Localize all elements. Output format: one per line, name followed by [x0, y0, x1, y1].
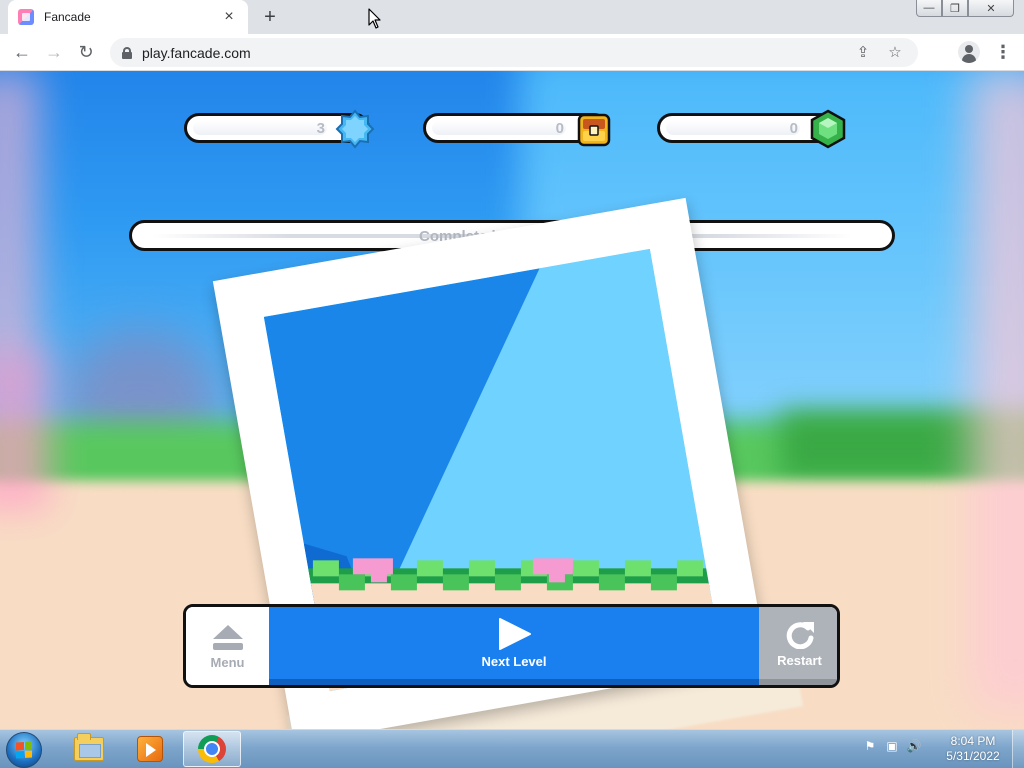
next-level-button[interactable]: Next Level: [269, 607, 759, 685]
browser-toolbar: ← → ↻ play.fancade.com ⇪ ☆ ⋮: [0, 34, 1024, 71]
game-viewport[interactable]: 3 0 0 Menu Next Level Restart: [0, 71, 1024, 729]
menu-label: Menu: [210, 654, 245, 670]
eject-icon: [212, 624, 243, 650]
share-icon[interactable]: ⇪: [852, 42, 874, 64]
action-center-flag-icon[interactable]: ⚑: [862, 738, 878, 754]
gems-counter-track: [666, 121, 800, 135]
window-controls: — ❐ ✕: [916, 0, 1014, 17]
tab-fancade[interactable]: Fancade ×: [8, 0, 248, 34]
gems-count: 0: [789, 119, 798, 137]
minimize-button[interactable]: —: [916, 0, 942, 17]
media-player-icon: [137, 736, 163, 762]
stars-counter: 3: [184, 109, 375, 149]
taskbar: ⚑ ▣ 🔊 8:04 PM 5/31/2022: [0, 729, 1024, 768]
background-pink-left: [0, 351, 50, 511]
star-icon[interactable]: ☆: [884, 42, 906, 64]
taskbar-media-player[interactable]: [121, 731, 179, 767]
mouse-cursor-icon: [368, 8, 381, 29]
restart-icon: [786, 621, 814, 649]
next-level-label: Next Level: [481, 653, 547, 669]
address-bar[interactable]: play.fancade.com ⇪ ☆: [110, 38, 918, 67]
window-close-button[interactable]: ✕: [968, 0, 1014, 17]
windows-logo-icon: [16, 741, 32, 759]
restart-label: Restart: [777, 652, 822, 668]
start-button[interactable]: [6, 732, 42, 768]
background-pink-left-top: [0, 71, 40, 371]
new-tab-button[interactable]: +: [258, 6, 282, 28]
clock-time: 8:04 PM: [950, 734, 996, 748]
forward-button[interactable]: →: [42, 40, 66, 64]
menu-button[interactable]: Menu: [186, 607, 269, 685]
play-icon: [499, 617, 531, 650]
level-complete-actions: Menu Next Level Restart: [183, 604, 840, 688]
show-desktop-button[interactable]: [1012, 730, 1024, 768]
back-button[interactable]: ←: [10, 40, 34, 64]
network-icon[interactable]: ▣: [884, 738, 900, 754]
volume-icon[interactable]: 🔊: [906, 738, 922, 754]
star-badge-icon: [335, 109, 375, 149]
chests-counter: 0: [423, 113, 611, 147]
chrome-icon: [198, 735, 226, 763]
background-pink-right: [970, 71, 1024, 711]
restore-button[interactable]: ❐: [942, 0, 968, 17]
chests-counter-track: [432, 121, 566, 135]
tab-strip: Fancade × + — ❐ ✕: [0, 0, 1024, 34]
profile-avatar-icon[interactable]: [958, 41, 980, 63]
taskbar-file-explorer[interactable]: [60, 731, 118, 767]
clock-date: 5/31/2022: [946, 749, 1000, 763]
gem-icon: [808, 109, 848, 149]
file-explorer-icon: [74, 733, 104, 761]
stars-count: 3: [316, 119, 325, 137]
restart-button[interactable]: Restart: [759, 607, 837, 685]
tab-title: Fancade: [44, 10, 91, 24]
gems-counter: 0: [657, 109, 846, 149]
system-tray: ⚑ ▣ 🔊: [862, 738, 922, 754]
treasure-chest-icon: [574, 109, 614, 149]
stars-counter-track: [193, 121, 327, 135]
fancade-favicon-icon: [18, 9, 34, 25]
taskbar-clock[interactable]: 8:04 PM 5/31/2022: [940, 734, 1006, 764]
tab-close-button[interactable]: ×: [220, 8, 238, 26]
taskbar-chrome[interactable]: [183, 731, 241, 767]
lock-icon[interactable]: [122, 46, 132, 59]
reload-button[interactable]: ↻: [74, 40, 98, 64]
browser-menu-button[interactable]: ⋮: [994, 40, 1012, 64]
url-text[interactable]: play.fancade.com: [142, 45, 842, 61]
chests-count: 0: [555, 119, 564, 137]
